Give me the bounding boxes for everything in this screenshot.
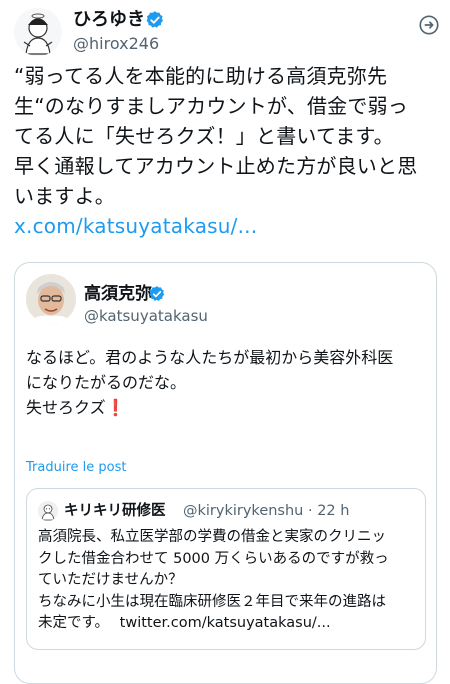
tweet-text: “弱ってる人を本能的に助ける高須克弥先 生“のなりすましアカウントが、借金で弱っ… — [14, 61, 444, 241]
inner-quote-text: 高須院長、私立医学部の学費の借金と実家のクリニッ クした借金合わせて 5000 … — [38, 527, 422, 635]
author-name[interactable]: ひろゆき — [73, 9, 145, 31]
inner-timestamp: · 22 h — [307, 503, 350, 519]
quote-author-handle[interactable]: @katsuyatakasu — [84, 306, 208, 326]
inner-author-handle[interactable]: @kirykirykenshu · 22 h — [183, 501, 349, 521]
inner-handle-text: @kirykirykenshu — [183, 503, 304, 519]
translate-link[interactable]: Traduire le post — [26, 459, 126, 477]
tweet-line: “弱ってる人を本能的に助ける高須克弥先 — [14, 64, 388, 88]
inner-line: 高須院長、私立医学部の学費の借金と実家のクリニッ — [38, 529, 386, 545]
more-options-icon[interactable] — [418, 14, 440, 36]
exclamation-emoji: ❗ — [105, 398, 126, 417]
inner-line: ちなみに小生は現在臨床研修医２年目で来年の進路は — [38, 593, 386, 610]
quote-line-text: 失せろクズ — [26, 398, 106, 417]
inner-line: クした借金合わせて 5000 万くらいあるのですが救っ — [38, 550, 389, 567]
author-avatar[interactable] — [14, 8, 62, 56]
verified-badge-icon — [149, 286, 165, 301]
tweet-link[interactable]: x.com/katsuyatakasu/... — [14, 211, 444, 241]
tweet-line: 早く通報してアカウント止めた方が良いと思 — [14, 154, 418, 178]
quote-line: になりたがるのだな。 — [26, 373, 187, 392]
tweet-line: 生“のなりすましアカウントが、借金で弱っ — [14, 94, 408, 118]
inner-link[interactable]: twitter.com/katsuyatakasu/... — [120, 615, 331, 631]
inner-line: ていただけませんか？ — [38, 572, 183, 588]
avatar-illustration — [14, 8, 62, 56]
quote-tweet-card[interactable]: 高須克弥 @katsuyatakasu なるほど。君のような人たちが最初から美容… — [14, 262, 437, 684]
inner-line-text: 未定です。 — [38, 615, 110, 631]
inner-quote-card[interactable]: キリキリ研修医 @kirykirykenshu · 22 h 高須院長、私立医学… — [26, 488, 426, 650]
quote-line: 失せろクズ❗ — [26, 395, 431, 420]
quote-author-name[interactable]: 高須克弥 — [84, 284, 152, 305]
inner-author-name[interactable]: キリキリ研修医 — [64, 501, 166, 521]
quote-author-avatar[interactable] — [26, 274, 76, 324]
verified-badge-icon — [146, 11, 163, 28]
author-handle[interactable]: @hirox246 — [73, 34, 159, 54]
inner-line: 未定です。 twitter.com/katsuyatakasu/... — [38, 613, 422, 635]
quote-avatar-photo — [26, 274, 76, 324]
quote-text: なるほど。君のような人たちが最初から美容外科医 になりたがるのだな。 失せろクズ… — [26, 345, 431, 420]
inner-avatar-illustration — [38, 501, 58, 521]
inner-author-avatar[interactable] — [38, 501, 58, 521]
tweet-line: てる人に「失せろクズ！」と書いてます。 — [14, 124, 394, 148]
tweet-line: いますよ。 — [14, 184, 115, 208]
quote-line: なるほど。君のような人たちが最初から美容外科医 — [26, 348, 394, 367]
